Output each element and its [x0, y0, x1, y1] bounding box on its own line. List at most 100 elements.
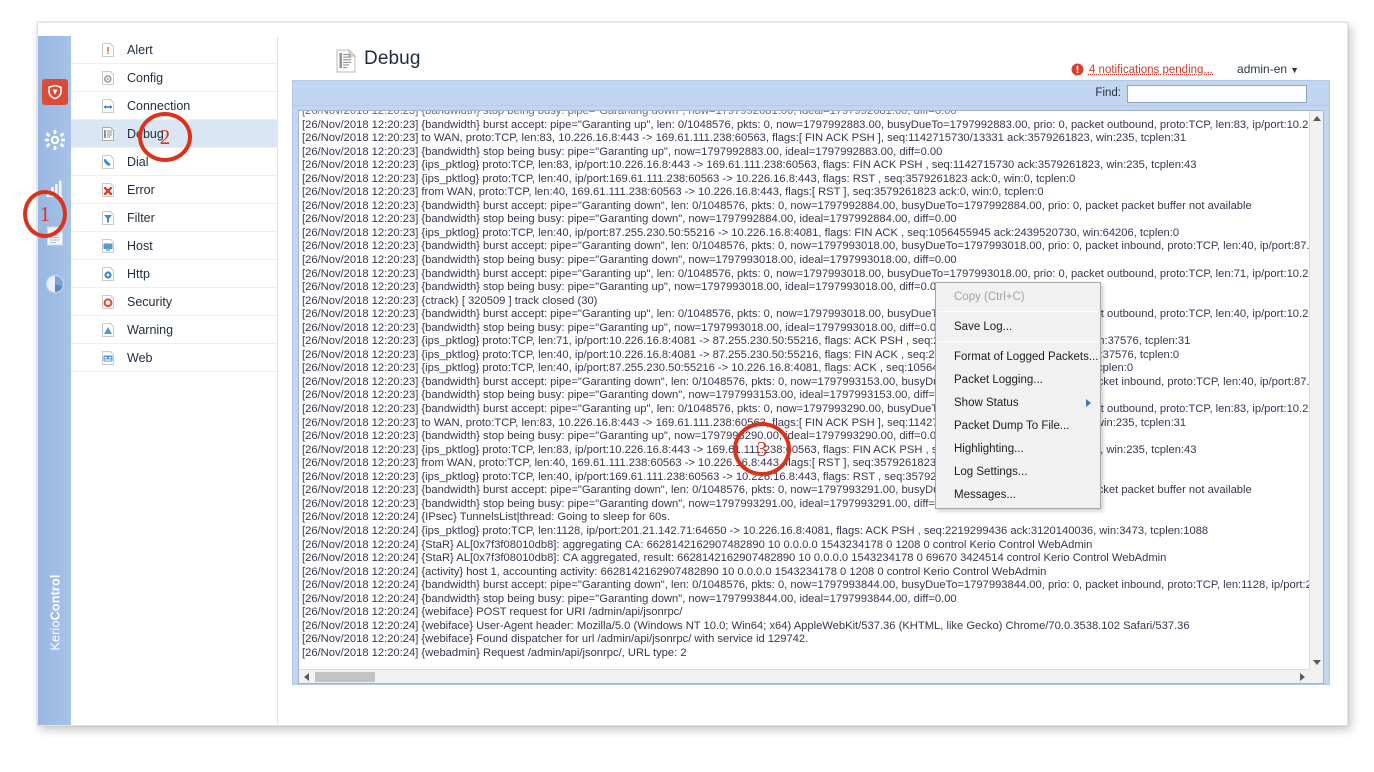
context-menu-show-status[interactable]: Show Status [936, 391, 1100, 414]
sidebar-item-label: Filter [127, 210, 155, 225]
scroll-down-button[interactable] [1310, 655, 1323, 669]
log-line: [26/Nov/2018 12:20:23] {ips_pktlog} prot… [302, 348, 1180, 361]
context-menu-save-log[interactable]: Save Log... [936, 315, 1100, 338]
log-line: [26/Nov/2018 12:20:23] {ips_pktlog} prot… [302, 470, 1076, 483]
sidebar-item-label: Security [127, 294, 173, 309]
log-line: [26/Nov/2018 12:20:24] {activity} host 1… [302, 565, 1047, 578]
sidebar-item-label: Connection [127, 98, 191, 113]
log-line: [26/Nov/2018 12:20:24] {bandwidth} stop … [302, 592, 957, 605]
bar-chart-icon[interactable] [42, 175, 68, 201]
sidebar-item-alert[interactable]: ! Alert [71, 36, 277, 64]
search-input[interactable] [1127, 85, 1307, 103]
log-line: [26/Nov/2018 12:20:23] {bandwidth} stop … [302, 497, 957, 510]
log-line: [26/Nov/2018 12:20:23] {bandwidth} stop … [302, 145, 943, 158]
log-line: [26/Nov/2018 12:20:24] {bandwidth} burst… [302, 579, 1309, 592]
context-menu-messages[interactable]: Messages... [936, 483, 1100, 506]
log-line: [26/Nov/2018 12:20:23] {bandwidth} stop … [302, 111, 957, 117]
context-menu-format-of-logged-packets[interactable]: Format of Logged Packets... [936, 345, 1100, 368]
scroll-up-button[interactable] [1310, 111, 1323, 125]
sidebar-item-security[interactable]: Security [71, 288, 277, 316]
debug-icon [100, 126, 116, 142]
sidebar-item-debug[interactable]: Debug [71, 120, 277, 148]
logs-icon[interactable] [42, 223, 68, 249]
content-header: Debug 4 notifications pending... admin-e… [278, 23, 1347, 80]
security-icon [100, 294, 116, 310]
context-menu-label: Highlighting... [954, 442, 1024, 455]
notifications-link[interactable]: 4 notifications pending... [1089, 64, 1213, 76]
log-line: [26/Nov/2018 12:20:23] {ctrack} [ 320509… [302, 294, 598, 307]
log-line: [26/Nov/2018 12:20:23] to WAN, proto:TCP… [302, 416, 1187, 429]
log-lines: [26/Nov/2018 12:20:23] {bandwidth} stop … [302, 111, 1309, 660]
primary-nav-rail: KerioControl [38, 36, 71, 725]
scrollbar-corner [1309, 669, 1323, 683]
log-line: [26/Nov/2018 12:20:23] {bandwidth} burst… [302, 118, 1309, 131]
horizontal-scrollbar[interactable] [299, 669, 1309, 683]
log-text-area[interactable]: [26/Nov/2018 12:20:23] {bandwidth} stop … [299, 111, 1309, 669]
log-line: [26/Nov/2018 12:20:23] {bandwidth} burst… [302, 308, 1309, 321]
sidebar-item-dial[interactable]: Dial [71, 148, 277, 176]
sidebar-item-label: Config [127, 70, 164, 85]
triangle-down-icon [1312, 659, 1321, 665]
sidebar-item-filter[interactable]: Filter [71, 204, 277, 232]
web-icon [100, 350, 116, 366]
warning-icon [100, 322, 116, 338]
user-menu[interactable]: admin-en ▼ [1237, 62, 1299, 76]
sidebar-item-config[interactable]: Config [71, 64, 277, 92]
context-menu-label: Packet Logging... [954, 373, 1043, 386]
log-line: [26/Nov/2018 12:20:24] {webadmin} Reques… [302, 646, 687, 659]
log-line: [26/Nov/2018 12:20:24] {ips_pktlog} prot… [302, 524, 1209, 537]
vertical-scrollbar[interactable] [1309, 111, 1323, 669]
context-menu-separator [937, 341, 1099, 342]
triangle-left-icon [303, 672, 309, 681]
http-icon [100, 266, 116, 282]
context-menu: Copy (Ctrl+C) Save Log... Format of Logg… [935, 282, 1101, 509]
connection-icon [100, 98, 116, 114]
main-content: Debug 4 notifications pending... admin-e… [278, 23, 1347, 725]
notifications-banner[interactable]: 4 notifications pending... [1071, 63, 1213, 76]
log-line: [26/Nov/2018 12:20:24] {StaR} AL[0x7f3f0… [302, 538, 1093, 551]
log-line: [26/Nov/2018 12:20:23] from WAN, proto:T… [302, 186, 1044, 199]
sidebar-item-label: Host [127, 238, 153, 253]
context-menu-label: Messages... [954, 488, 1016, 501]
sidebar-item-connection[interactable]: Connection [71, 92, 277, 120]
scroll-right-button[interactable] [1295, 670, 1309, 683]
context-menu-copy[interactable]: Copy (Ctrl+C) [936, 285, 1100, 308]
sidebar-item-http[interactable]: Http [71, 260, 277, 288]
triangle-up-icon [1312, 115, 1321, 121]
log-line: [26/Nov/2018 12:20:23] {ips_pktlog} prot… [302, 362, 1134, 375]
gear-icon[interactable] [42, 127, 68, 153]
shield-icon[interactable] [42, 79, 68, 105]
scroll-left-button[interactable] [299, 670, 313, 683]
sidebar-item-label: Error [127, 182, 155, 197]
sidebar-item-label: Dial [127, 154, 149, 169]
sidebar-item-host[interactable]: Host [71, 232, 277, 260]
filter-icon [100, 210, 116, 226]
context-menu-packet-dump-to-file[interactable]: Packet Dump To File... [936, 414, 1100, 437]
context-menu-highlighting[interactable]: Highlighting... [936, 437, 1100, 460]
context-menu-label: Show Status [954, 396, 1019, 409]
log-line: [26/Nov/2018 12:20:24] {webiface} User-A… [302, 619, 1190, 632]
pie-chart-icon[interactable] [42, 271, 68, 297]
sidebar-item-label: Debug [127, 126, 164, 141]
log-line: [26/Nov/2018 12:20:23] {bandwidth} stop … [302, 281, 943, 294]
context-menu-log-settings[interactable]: Log Settings... [936, 460, 1100, 483]
sidebar-item-label: Alert [127, 42, 153, 57]
error-icon [100, 182, 116, 198]
sidebar-item-label: Web [127, 350, 153, 365]
log-line: [26/Nov/2018 12:20:24] {IPsec} TunnelsLi… [302, 511, 670, 524]
sidebar-item-web[interactable]: Web [71, 344, 277, 372]
product-name-light: Kerio [48, 620, 63, 651]
sidebar-item-error[interactable]: Error [71, 176, 277, 204]
user-menu-label: admin-en [1237, 62, 1288, 76]
context-menu-packet-logging[interactable]: Packet Logging... [936, 368, 1100, 391]
log-line: [26/Nov/2018 12:20:23] {bandwidth} burst… [302, 375, 1309, 388]
alert-icon: ! [100, 42, 116, 58]
dial-icon [100, 154, 116, 170]
chevron-right-icon [1086, 398, 1091, 407]
log-line: [26/Nov/2018 12:20:23] {bandwidth} stop … [302, 254, 957, 267]
config-icon [100, 70, 116, 86]
horizontal-scroll-thumb[interactable] [315, 672, 375, 682]
host-icon [100, 238, 116, 254]
log-viewer-panel: [26/Nov/2018 12:20:23] {bandwidth} stop … [292, 106, 1330, 685]
sidebar-item-warning[interactable]: Warning [71, 316, 277, 344]
